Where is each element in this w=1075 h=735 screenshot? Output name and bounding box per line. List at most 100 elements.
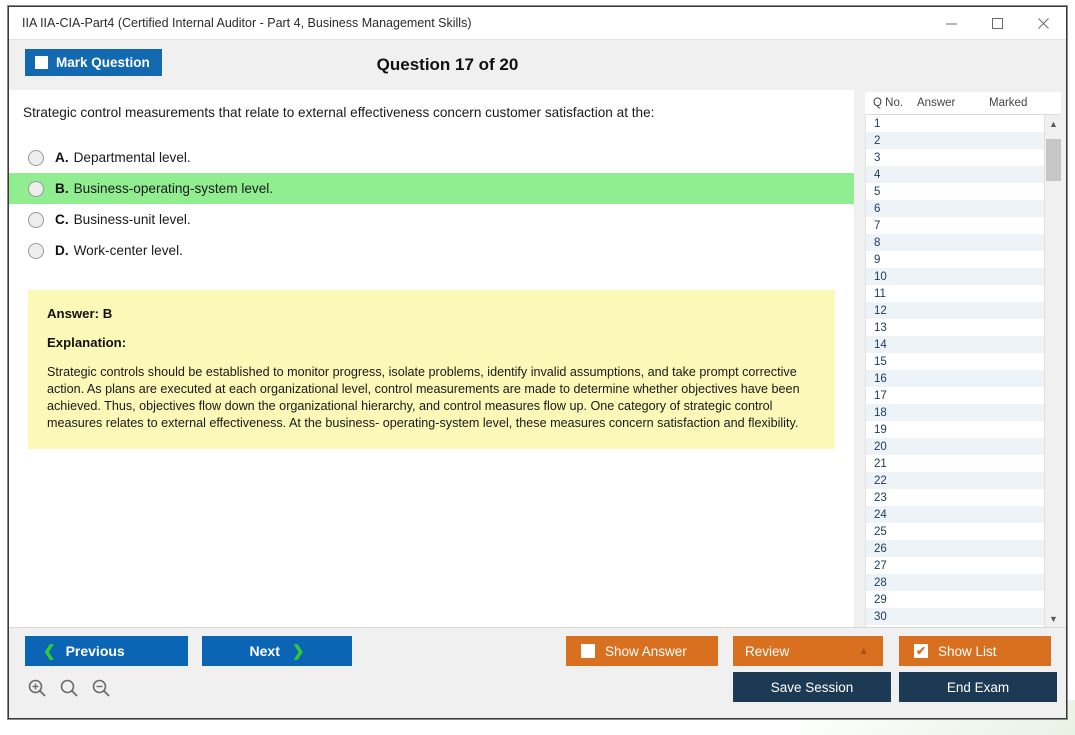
question-list-row[interactable]: 12 — [866, 302, 1044, 319]
column-header-marked: Marked — [989, 92, 1061, 114]
review-dropdown-button[interactable]: Review ▲ — [733, 636, 883, 666]
scroll-down-arrow-icon[interactable]: ▼ — [1045, 610, 1062, 627]
question-list-row[interactable]: 13 — [866, 319, 1044, 336]
question-list-row[interactable]: 4 — [866, 166, 1044, 183]
question-text: Strategic control measurements that rela… — [23, 104, 833, 122]
scrollbar-thumb[interactable] — [1046, 139, 1061, 181]
explanation-text: Strategic controls should be established… — [47, 364, 825, 433]
question-number-cell: 25 — [866, 526, 918, 538]
radio-icon[interactable] — [28, 150, 44, 166]
question-number-cell: 21 — [866, 458, 918, 470]
choice-option-b[interactable]: B. Business-operating-system level. — [9, 173, 854, 204]
question-number-cell: 11 — [866, 288, 918, 300]
question-list-body[interactable]: 1234567891011121314151617181920212223242… — [865, 115, 1044, 627]
choice-label: Business-unit level. — [74, 212, 191, 227]
question-list-row[interactable]: 19 — [866, 421, 1044, 438]
question-list-row[interactable]: 20 — [866, 438, 1044, 455]
question-list-row[interactable]: 27 — [866, 557, 1044, 574]
question-list-row[interactable]: 30 — [866, 608, 1044, 625]
question-list-row[interactable]: 5 — [866, 183, 1044, 200]
question-list-row[interactable]: 17 — [866, 387, 1044, 404]
minimize-icon — [945, 17, 958, 30]
question-list-row[interactable]: 28 — [866, 574, 1044, 591]
zoom-in-icon[interactable] — [27, 678, 47, 698]
question-list-row[interactable]: 22 — [866, 472, 1044, 489]
question-number-cell: 28 — [866, 577, 918, 589]
choice-letter: D. — [55, 243, 69, 258]
question-number-cell: 14 — [866, 339, 918, 351]
chevron-right-icon: ❯ — [292, 644, 305, 659]
radio-icon[interactable] — [28, 243, 44, 259]
choice-option-d[interactable]: D. Work-center level. — [9, 235, 854, 266]
end-exam-label: End Exam — [947, 680, 1009, 695]
choice-letter: C. — [55, 212, 69, 227]
question-list-row[interactable]: 25 — [866, 523, 1044, 540]
question-number-cell: 23 — [866, 492, 918, 504]
save-session-button[interactable]: Save Session — [733, 672, 891, 702]
column-header-answer: Answer — [917, 92, 989, 114]
scroll-up-arrow-icon[interactable]: ▲ — [1045, 115, 1062, 132]
choice-option-a[interactable]: A. Departmental level. — [9, 142, 854, 173]
question-number-cell: 9 — [866, 254, 918, 266]
question-list-row[interactable]: 18 — [866, 404, 1044, 421]
question-list-row[interactable]: 8 — [866, 234, 1044, 251]
question-number-cell: 7 — [866, 220, 918, 232]
choice-label: Business-operating-system level. — [74, 181, 273, 196]
question-number-cell: 27 — [866, 560, 918, 572]
question-list-row[interactable]: 3 — [866, 149, 1044, 166]
question-list-row[interactable]: 23 — [866, 489, 1044, 506]
question-list-scrollbar[interactable]: ▲ ▼ — [1044, 115, 1061, 627]
question-list-row[interactable]: 9 — [866, 251, 1044, 268]
question-list-row[interactable]: 21 — [866, 455, 1044, 472]
question-content-area: Strategic control measurements that rela… — [9, 90, 854, 627]
show-answer-button[interactable]: Show Answer — [566, 636, 718, 666]
question-list-row[interactable]: 26 — [866, 540, 1044, 557]
close-button[interactable] — [1020, 7, 1066, 40]
save-session-label: Save Session — [771, 680, 854, 695]
footer-toolbar: ❮ Previous Next ❯ Show Answer Review ▲ ✔… — [9, 627, 1066, 718]
question-list-row[interactable]: 16 — [866, 370, 1044, 387]
question-number-cell: 24 — [866, 509, 918, 521]
question-number-cell: 30 — [866, 611, 918, 623]
radio-icon[interactable] — [28, 181, 44, 197]
question-list-row[interactable]: 1 — [866, 115, 1044, 132]
end-exam-button[interactable]: End Exam — [899, 672, 1057, 702]
question-list-row[interactable]: 15 — [866, 353, 1044, 370]
choice-option-c[interactable]: C. Business-unit level. — [9, 204, 854, 235]
page-title: Question 17 of 20 — [9, 40, 1066, 90]
zoom-out-icon[interactable] — [91, 678, 111, 698]
question-list-row[interactable]: 24 — [866, 506, 1044, 523]
question-list-row[interactable]: 14 — [866, 336, 1044, 353]
question-list-row[interactable]: 7 — [866, 217, 1044, 234]
question-number-cell: 20 — [866, 441, 918, 453]
window-title: IIA IIA-CIA-Part4 (Certified Internal Au… — [22, 16, 472, 30]
answer-value: Answer: B — [47, 306, 825, 321]
previous-button[interactable]: ❮ Previous — [25, 636, 188, 666]
question-list-row[interactable]: 29 — [866, 591, 1044, 608]
title-bar: IIA IIA-CIA-Part4 (Certified Internal Au… — [9, 7, 1066, 40]
choice-label: Departmental level. — [74, 150, 191, 165]
question-number-cell: 15 — [866, 356, 918, 368]
zoom-icon[interactable] — [59, 678, 79, 698]
show-list-button[interactable]: ✔ Show List — [899, 636, 1051, 666]
mark-question-button[interactable]: Mark Question — [25, 49, 162, 76]
question-number-cell: 16 — [866, 373, 918, 385]
question-number-cell: 5 — [866, 186, 918, 198]
mark-question-label: Mark Question — [56, 55, 150, 70]
next-button[interactable]: Next ❯ — [202, 636, 352, 666]
question-list-row[interactable]: 11 — [866, 285, 1044, 302]
maximize-button[interactable] — [974, 7, 1020, 40]
question-list-row[interactable]: 10 — [866, 268, 1044, 285]
question-number-cell: 10 — [866, 271, 918, 283]
question-number-cell: 3 — [866, 152, 918, 164]
question-list-row[interactable]: 6 — [866, 200, 1044, 217]
answer-explanation-panel: Answer: B Explanation: Strategic control… — [28, 290, 835, 449]
radio-icon[interactable] — [28, 212, 44, 228]
minimize-button[interactable] — [928, 7, 974, 40]
question-list-row[interactable]: 2 — [866, 132, 1044, 149]
zoom-toolbar — [27, 678, 111, 698]
previous-label: Previous — [66, 643, 125, 659]
question-number-cell: 13 — [866, 322, 918, 334]
question-number-cell: 19 — [866, 424, 918, 436]
header-bar: Question 17 of 20 Mark Question — [9, 40, 1066, 90]
